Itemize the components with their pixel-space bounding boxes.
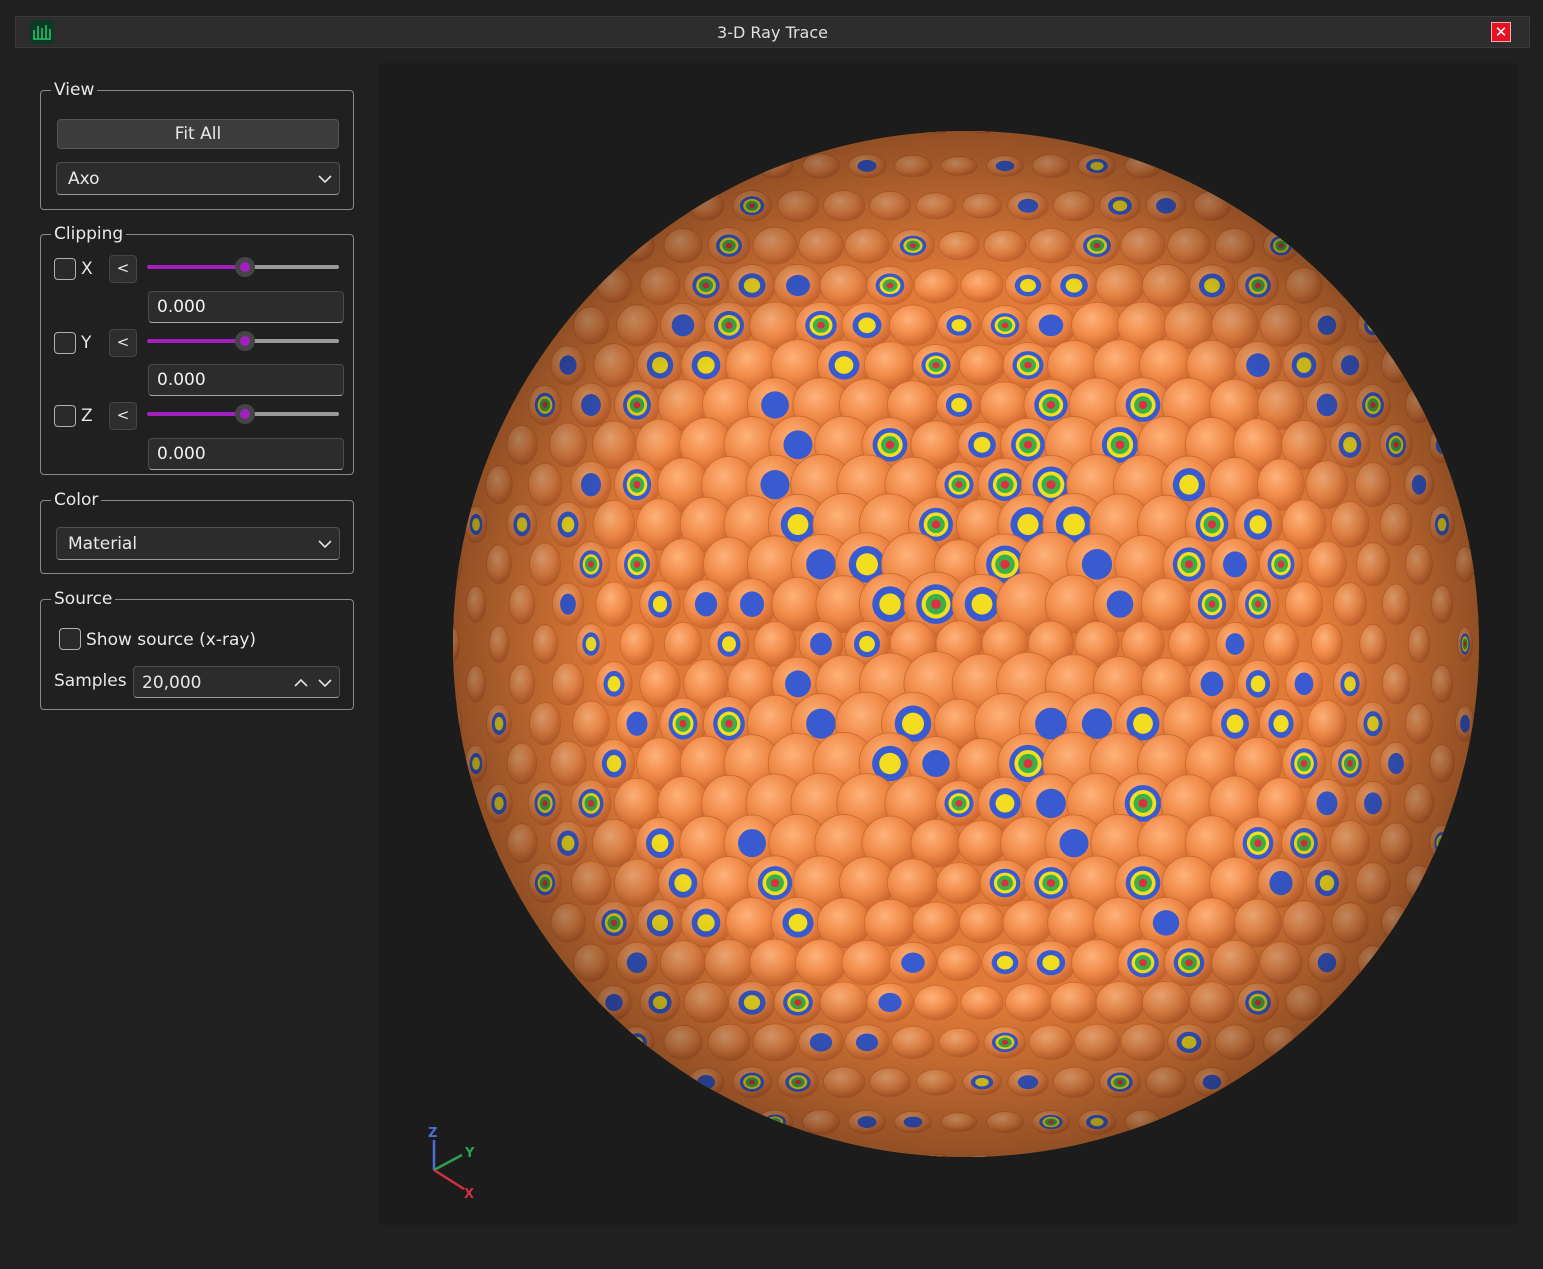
clip-y-checkbox[interactable]	[54, 332, 76, 354]
clip-z-checkbox[interactable]	[54, 405, 76, 427]
projection-dropdown[interactable]: Axo	[56, 162, 340, 195]
triad-x-axis	[433, 1168, 465, 1191]
samples-spinbox[interactable]: 20,000	[133, 666, 340, 698]
axis-triad: Z Y X	[428, 1126, 475, 1202]
source-group-legend: Source	[51, 588, 116, 610]
view-group-legend: View	[51, 79, 98, 101]
clip-z-label: Z	[81, 406, 93, 426]
samples-label: Samples	[54, 671, 127, 691]
close-button[interactable]: ✕	[1491, 22, 1511, 42]
clip-y-value-field[interactable]: 0.000	[148, 364, 344, 396]
title-bar: 3-D Ray Trace ✕	[15, 16, 1530, 48]
clip-x-slider-track	[247, 265, 339, 269]
clip-x-label: X	[81, 259, 93, 279]
source-group: Source Show source (x-ray) Samples 20,00…	[40, 588, 354, 710]
clip-z-slider-thumb[interactable]	[235, 404, 255, 424]
triad-y-label: Y	[464, 1146, 475, 1161]
clip-y-slider-track	[247, 339, 339, 343]
cell-ring	[925, 1157, 946, 1166]
clip-z-slider-track	[247, 412, 339, 416]
clip-y-slider-thumb[interactable]	[235, 331, 255, 351]
clip-y-slider[interactable]	[147, 331, 339, 351]
cell-ring	[453, 712, 459, 735]
clip-x-checkbox[interactable]	[54, 258, 76, 280]
clipping-group-legend: Clipping	[51, 223, 127, 245]
cell-ring	[1017, 1156, 1039, 1157]
color-mode-value: Material	[68, 534, 138, 554]
cell-ring	[933, 1161, 938, 1163]
cell-ring	[928, 1159, 943, 1166]
clip-z-value-field[interactable]: 0.000	[148, 438, 344, 470]
triad-z-label: Z	[428, 1126, 437, 1141]
color-mode-dropdown[interactable]: Material	[56, 527, 340, 560]
cell-ring	[1440, 840, 1444, 846]
fit-all-button[interactable]: Fit All	[57, 119, 339, 149]
triad-x-label: X	[464, 1187, 474, 1202]
show-source-checkbox[interactable]	[59, 628, 81, 650]
color-group: Color Material	[40, 489, 354, 574]
view-group: View Fit All Axo	[40, 79, 354, 210]
clip-x-value-field[interactable]: 0.000	[148, 291, 344, 323]
sphere-shading	[453, 131, 1479, 1157]
cell-ring	[453, 718, 456, 730]
cell-ring	[972, 122, 992, 130]
clip-z-direction-button[interactable]: <	[109, 402, 137, 430]
color-group-legend: Color	[51, 489, 102, 511]
cell-ring	[976, 124, 988, 129]
cell-ring	[453, 715, 458, 732]
clip-y-direction-button[interactable]: <	[109, 329, 137, 357]
cell	[1010, 1153, 1046, 1157]
window-title: 3-D Ray Trace	[717, 23, 828, 42]
cell-ring	[927, 122, 944, 129]
clip-z-slider[interactable]	[147, 404, 339, 424]
3d-viewport[interactable]: Z Y X	[379, 63, 1519, 1225]
triad-y-axis	[433, 1153, 463, 1172]
clip-x-slider-fill	[147, 265, 243, 269]
chevron-up-icon[interactable]	[293, 675, 309, 691]
samples-value: 20,000	[142, 673, 202, 693]
projection-value: Axo	[68, 169, 100, 189]
clip-x-slider-thumb[interactable]	[235, 257, 255, 277]
cell	[1010, 131, 1046, 135]
ray-trace-render[interactable]: Z Y X	[379, 63, 1519, 1225]
clip-x-direction-button[interactable]: <	[109, 255, 137, 283]
clip-y-slider-fill	[147, 339, 243, 343]
cell-ring	[453, 721, 455, 727]
cell-ring	[1022, 1159, 1034, 1165]
clip-x-slider[interactable]	[147, 257, 339, 277]
show-source-label: Show source (x-ray)	[86, 630, 257, 650]
chevron-down-icon	[318, 175, 332, 184]
chevron-down-icon[interactable]	[317, 675, 333, 691]
clipping-group: Clipping X < 0.000 Y < 0.000 Z < 0.000	[40, 223, 354, 475]
cell-ring	[931, 1159, 942, 1164]
chevron-down-icon	[318, 540, 332, 549]
clip-y-label: Y	[81, 333, 92, 353]
clip-z-slider-fill	[147, 412, 243, 416]
close-icon: ✕	[1494, 23, 1508, 41]
